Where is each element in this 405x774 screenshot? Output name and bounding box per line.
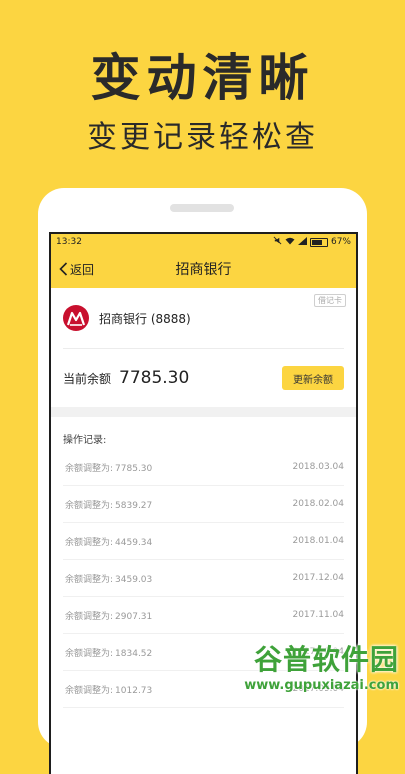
update-balance-button[interactable]: 更新余额 bbox=[282, 366, 344, 390]
nav-bar: 返回 招商银行 bbox=[51, 250, 356, 288]
record-label: 余额调整为: bbox=[65, 648, 114, 659]
record-date: 2017.11.04 bbox=[292, 610, 344, 620]
section-gap bbox=[51, 407, 356, 417]
record-label: 余额调整为: bbox=[65, 611, 114, 622]
record-row: 余额调整为: 2907.31 2017.11.04 bbox=[63, 597, 344, 634]
record-row: 余额调整为: 4459.34 2018.01.04 bbox=[63, 523, 344, 560]
promo-subline: 变更记录轻松查 bbox=[87, 120, 318, 155]
records-title: 操作记录: bbox=[63, 435, 107, 446]
record-date: 2018.03.04 bbox=[292, 462, 344, 472]
promo-headline: 变动清晰 bbox=[90, 49, 315, 107]
record-label: 余额调整为: bbox=[65, 537, 114, 548]
record-amount: 3459.03 bbox=[115, 574, 153, 585]
record-row: 余额调整为: 7785.30 2018.03.04 bbox=[63, 449, 344, 486]
record-amount: 1012.73 bbox=[115, 685, 153, 696]
battery-level: 67% bbox=[330, 237, 351, 247]
record-amount: 2907.31 bbox=[115, 611, 153, 622]
balance-value: 7785.30 bbox=[119, 368, 190, 388]
record-row: 余额调整为: 5839.27 2018.02.04 bbox=[63, 486, 344, 523]
chevron-left-icon bbox=[59, 262, 68, 276]
record-date: 2017.12.04 bbox=[292, 573, 344, 583]
record-date: 2018.02.04 bbox=[292, 499, 344, 509]
wifi-icon bbox=[285, 237, 295, 248]
card-type-badge: 借记卡 bbox=[314, 294, 346, 307]
bank-account-row: 招商银行 (8888) 借记卡 bbox=[51, 288, 356, 348]
status-time: 13:32 bbox=[56, 237, 82, 247]
status-bar: 13:32 67% bbox=[51, 234, 356, 250]
record-label: 余额调整为: bbox=[65, 463, 114, 474]
balance-label: 当前余额 bbox=[63, 371, 112, 386]
record-label: 余额调整为: bbox=[65, 685, 114, 696]
watermark-brand: 谷普软件园 bbox=[253, 643, 399, 676]
battery-icon bbox=[309, 237, 328, 247]
signal-icon bbox=[297, 236, 307, 248]
back-label: 返回 bbox=[70, 262, 95, 277]
record-row: 余额调整为: 3459.03 2017.12.04 bbox=[63, 560, 344, 597]
record-amount: 7785.30 bbox=[115, 463, 153, 474]
record-label: 余额调整为: bbox=[65, 500, 114, 511]
bank-name: 招商银行 (8888) bbox=[99, 311, 191, 326]
phone-speaker bbox=[170, 204, 234, 212]
record-amount: 1834.52 bbox=[115, 648, 153, 659]
record-amount: 4459.34 bbox=[115, 537, 153, 548]
bank-logo-icon bbox=[63, 305, 89, 331]
watermark: 谷普软件园 www.gupuxiazai.com bbox=[222, 638, 405, 720]
mute-icon bbox=[273, 236, 282, 248]
page-title: 招商银行 bbox=[175, 262, 232, 278]
balance-row: 当前余额 7785.30 更新余额 bbox=[51, 349, 356, 407]
watermark-url: www.gupuxiazai.com bbox=[244, 678, 399, 693]
back-button[interactable]: 返回 bbox=[59, 250, 94, 288]
record-amount: 5839.27 bbox=[115, 500, 153, 511]
record-date: 2018.01.04 bbox=[292, 536, 344, 546]
record-label: 余额调整为: bbox=[65, 574, 114, 585]
